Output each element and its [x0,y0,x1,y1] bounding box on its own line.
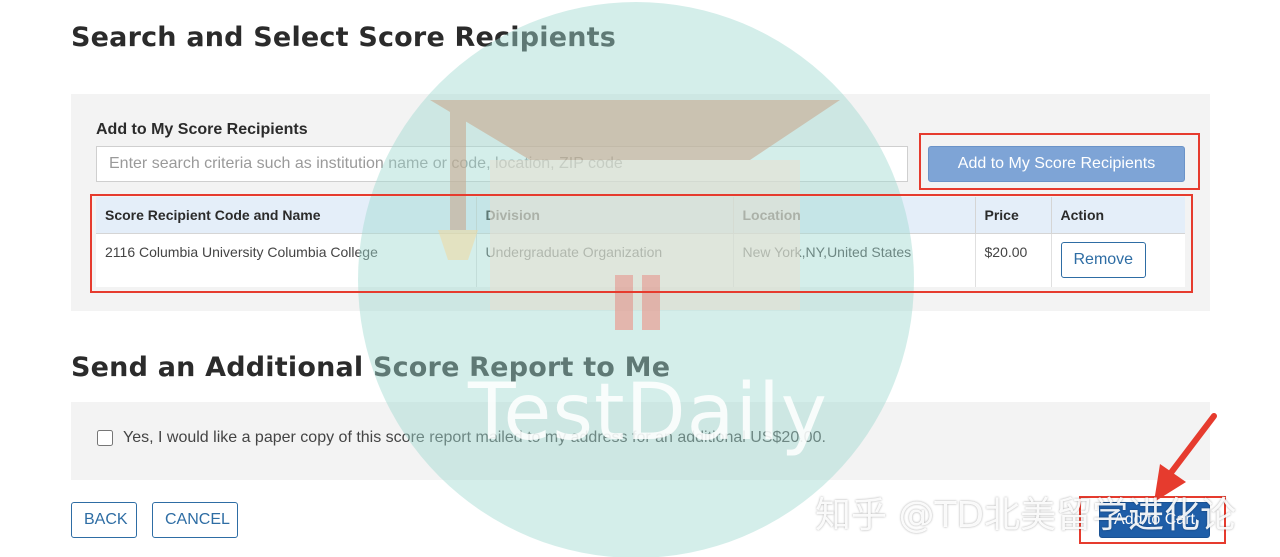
page-title: Search and Select Score Recipients [71,22,617,53]
add-to-cart-button[interactable]: Add to Cart [1099,502,1210,538]
column-header-action: Action [1051,197,1185,234]
recipient-action-cell: Remove [1051,233,1185,287]
recipient-location: New York,NY,United States [733,233,976,287]
back-button[interactable]: BACK [71,502,137,538]
paper-copy-label: Yes, I would like a paper copy of this s… [123,429,826,446]
add-recipient-button[interactable]: Add to My Score Recipients [928,146,1185,182]
column-header-code-name: Score Recipient Code and Name [96,197,477,234]
cancel-button[interactable]: CANCEL [152,502,238,538]
search-input[interactable] [96,146,908,182]
paper-copy-option[interactable]: Yes, I would like a paper copy of this s… [97,429,826,447]
recipient-code-name: 2116 Columbia University Columbia Colleg… [96,233,477,287]
column-header-location: Location [733,197,976,234]
table-row: 2116 Columbia University Columbia Colleg… [96,233,1185,287]
recipient-division: Undergraduate Organization [476,233,734,287]
column-header-price: Price [975,197,1052,234]
search-label: Add to My Score Recipients [96,121,308,138]
recipients-table: Score Recipient Code and Name Division L… [96,197,1185,287]
recipient-price: $20.00 [975,233,1052,287]
table-header-row: Score Recipient Code and Name Division L… [96,197,1185,234]
paper-copy-checkbox[interactable] [97,430,113,446]
column-header-division: Division [476,197,734,234]
remove-button[interactable]: Remove [1060,241,1147,278]
section-title-additional: Send an Additional Score Report to Me [71,352,671,383]
